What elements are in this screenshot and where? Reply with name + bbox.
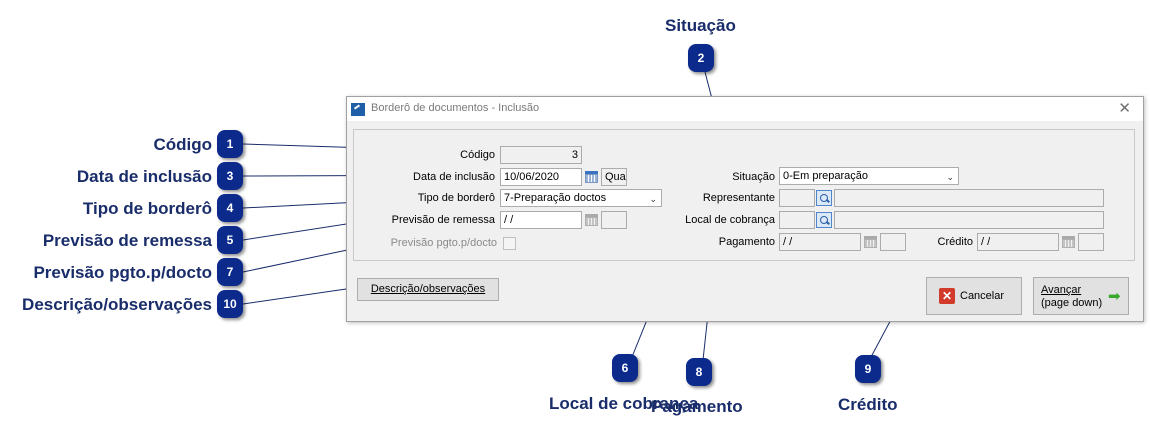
- callout-previsao-pgto: Previsão pgto.p/docto: [33, 263, 212, 282]
- pagamento-field[interactable]: / /: [779, 233, 861, 251]
- representante-code-field[interactable]: [779, 189, 815, 207]
- local-cobranca-code-field[interactable]: [779, 211, 815, 229]
- descricao-observacoes-button[interactable]: Descrição/observações: [357, 278, 499, 301]
- callout-tipo-bordero: Tipo de borderô: [82, 199, 212, 218]
- data-inclusao-field[interactable]: 10/06/2020: [500, 168, 582, 186]
- situacao-select[interactable]: 0-Em preparação ⌄: [779, 167, 959, 185]
- dialog-title: Borderô de documentos - Inclusão: [371, 102, 540, 114]
- callout-badge-10: 10: [217, 290, 243, 318]
- representante-label: Representante: [702, 192, 775, 204]
- previsao-remessa-field[interactable]: / /: [500, 211, 582, 229]
- descricao-button-label: Descrição/observações: [370, 283, 486, 295]
- calendar-icon[interactable]: [863, 234, 879, 250]
- callout-badge-3: 3: [217, 162, 243, 190]
- lookup-search-icon[interactable]: [816, 212, 832, 228]
- credito-field[interactable]: / /: [977, 233, 1059, 251]
- callout-badge-5: 5: [217, 226, 243, 254]
- dialog-titlebar[interactable]: Borderô de documentos - Inclusão ✕: [347, 97, 1143, 121]
- lookup-search-icon[interactable]: [816, 190, 832, 206]
- advance-button-label-2: (page down): [1041, 297, 1103, 309]
- cancel-x-icon: ✕: [939, 288, 955, 304]
- previsao-pgto-checkbox[interactable]: [503, 237, 516, 250]
- cancel-button-label: Cancelar: [960, 290, 1005, 302]
- credito-label: Crédito: [937, 236, 973, 248]
- callout-pagamento: Pagamento: [651, 397, 743, 416]
- codigo-field[interactable]: 3: [500, 146, 582, 164]
- previsao-remessa-weekday: [601, 211, 627, 229]
- calendar-icon[interactable]: [584, 169, 600, 185]
- callout-badge-1: 1: [217, 130, 243, 158]
- codigo-label: Código: [460, 149, 495, 161]
- callout-badge-9: 9: [855, 355, 881, 383]
- data-inclusao-label: Data de inclusão: [413, 171, 495, 183]
- previsao-remessa-label: Previsão de remessa: [391, 214, 495, 226]
- chevron-down-icon: ⌄: [649, 194, 657, 204]
- app-logo-icon: [351, 103, 365, 116]
- situacao-value: 0-Em preparação: [783, 170, 868, 182]
- tipo-bordero-select[interactable]: 7-Preparação doctos ⌄: [500, 189, 662, 207]
- chevron-down-icon: ⌄: [946, 172, 954, 182]
- calendar-icon[interactable]: [584, 212, 600, 228]
- previsao-pgto-label: Previsão pgto.p/docto: [390, 237, 497, 249]
- bordero-dialog: Borderô de documentos - Inclusão ✕ Códig…: [346, 96, 1144, 322]
- green-arrow-right-icon: ➡: [1108, 288, 1121, 305]
- callout-data-inclusao: Data de inclusão: [76, 167, 212, 186]
- pagamento-weekday: [880, 233, 906, 251]
- cancel-button[interactable]: ✕ Cancelar: [926, 277, 1022, 315]
- credito-weekday: [1078, 233, 1104, 251]
- callout-situacao: Situação: [665, 16, 736, 35]
- callout-descricao: Descrição/observações: [22, 295, 212, 314]
- tipo-bordero-value: 7-Preparação doctos: [504, 192, 607, 204]
- tipo-bordero-label: Tipo de borderô: [417, 192, 495, 204]
- pagamento-label: Pagamento: [718, 236, 775, 248]
- callout-badge-2: 2: [688, 44, 714, 72]
- callout-badge-4: 4: [217, 194, 243, 222]
- callout-badge-6: 6: [612, 354, 638, 382]
- close-icon[interactable]: ✕: [1118, 99, 1131, 117]
- representante-name-field: [834, 189, 1104, 207]
- callout-badge-8: 8: [686, 358, 712, 386]
- weekday-field: Qua: [601, 168, 627, 186]
- callout-codigo: Código: [153, 135, 212, 154]
- situacao-label: Situação: [732, 171, 775, 183]
- callout-badge-7: 7: [217, 258, 243, 286]
- calendar-icon[interactable]: [1061, 234, 1077, 250]
- advance-button-label-1: Avançar: [1041, 284, 1082, 296]
- callout-previsao-remessa: Previsão de remessa: [42, 231, 212, 250]
- local-cobranca-name-field: [834, 211, 1104, 229]
- advance-button[interactable]: Avançar (page down) ➡: [1033, 277, 1129, 315]
- local-cobranca-label: Local de cobrança: [685, 214, 775, 226]
- callout-credito: Crédito: [838, 395, 898, 414]
